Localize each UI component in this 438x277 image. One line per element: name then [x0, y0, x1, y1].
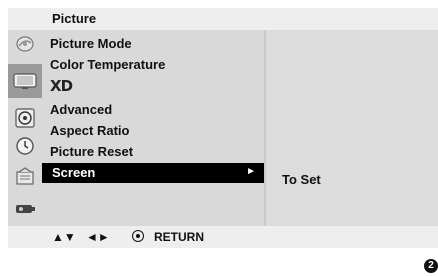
menu-item-picture-reset[interactable]: Picture Reset: [50, 144, 133, 159]
menu-header: Picture: [8, 8, 438, 30]
menu-footer: ▲▼ ◄► RETURN: [8, 226, 438, 248]
submenu-to-set[interactable]: To Set: [282, 172, 321, 187]
updown-hint: ▲▼: [52, 230, 76, 244]
audio-icon[interactable]: [13, 108, 37, 128]
time-icon[interactable]: [13, 136, 37, 156]
menu-item-aspect-ratio[interactable]: Aspect Ratio: [50, 123, 129, 138]
submenu-arrow-icon: ►: [246, 166, 256, 177]
menu-title: Picture: [52, 11, 97, 26]
menu-item-screen[interactable]: Screen ►: [42, 163, 264, 183]
lock-icon[interactable]: [13, 198, 37, 218]
menu-item-color-temperature[interactable]: Color Temperature: [50, 57, 165, 72]
return-hint: RETURN: [154, 230, 204, 244]
menu-item-screen-label: Screen: [52, 165, 96, 180]
setup-icon[interactable]: [13, 34, 37, 54]
osd-menu: Picture Picture Mode Color Temperature X…: [8, 8, 438, 248]
ok-icon: [132, 230, 144, 242]
picture-icon[interactable]: [8, 64, 42, 98]
submenu-panel: To Set: [266, 30, 438, 226]
menu-item-picture-mode[interactable]: Picture Mode: [50, 36, 132, 51]
menu-item-xd[interactable]: XD: [50, 77, 73, 95]
menu-item-advanced[interactable]: Advanced: [50, 102, 112, 117]
option-icon[interactable]: [13, 166, 37, 186]
leftright-hint: ◄►: [86, 230, 110, 244]
page-number-badge: 2: [424, 259, 438, 273]
category-icon-column: [8, 30, 42, 226]
